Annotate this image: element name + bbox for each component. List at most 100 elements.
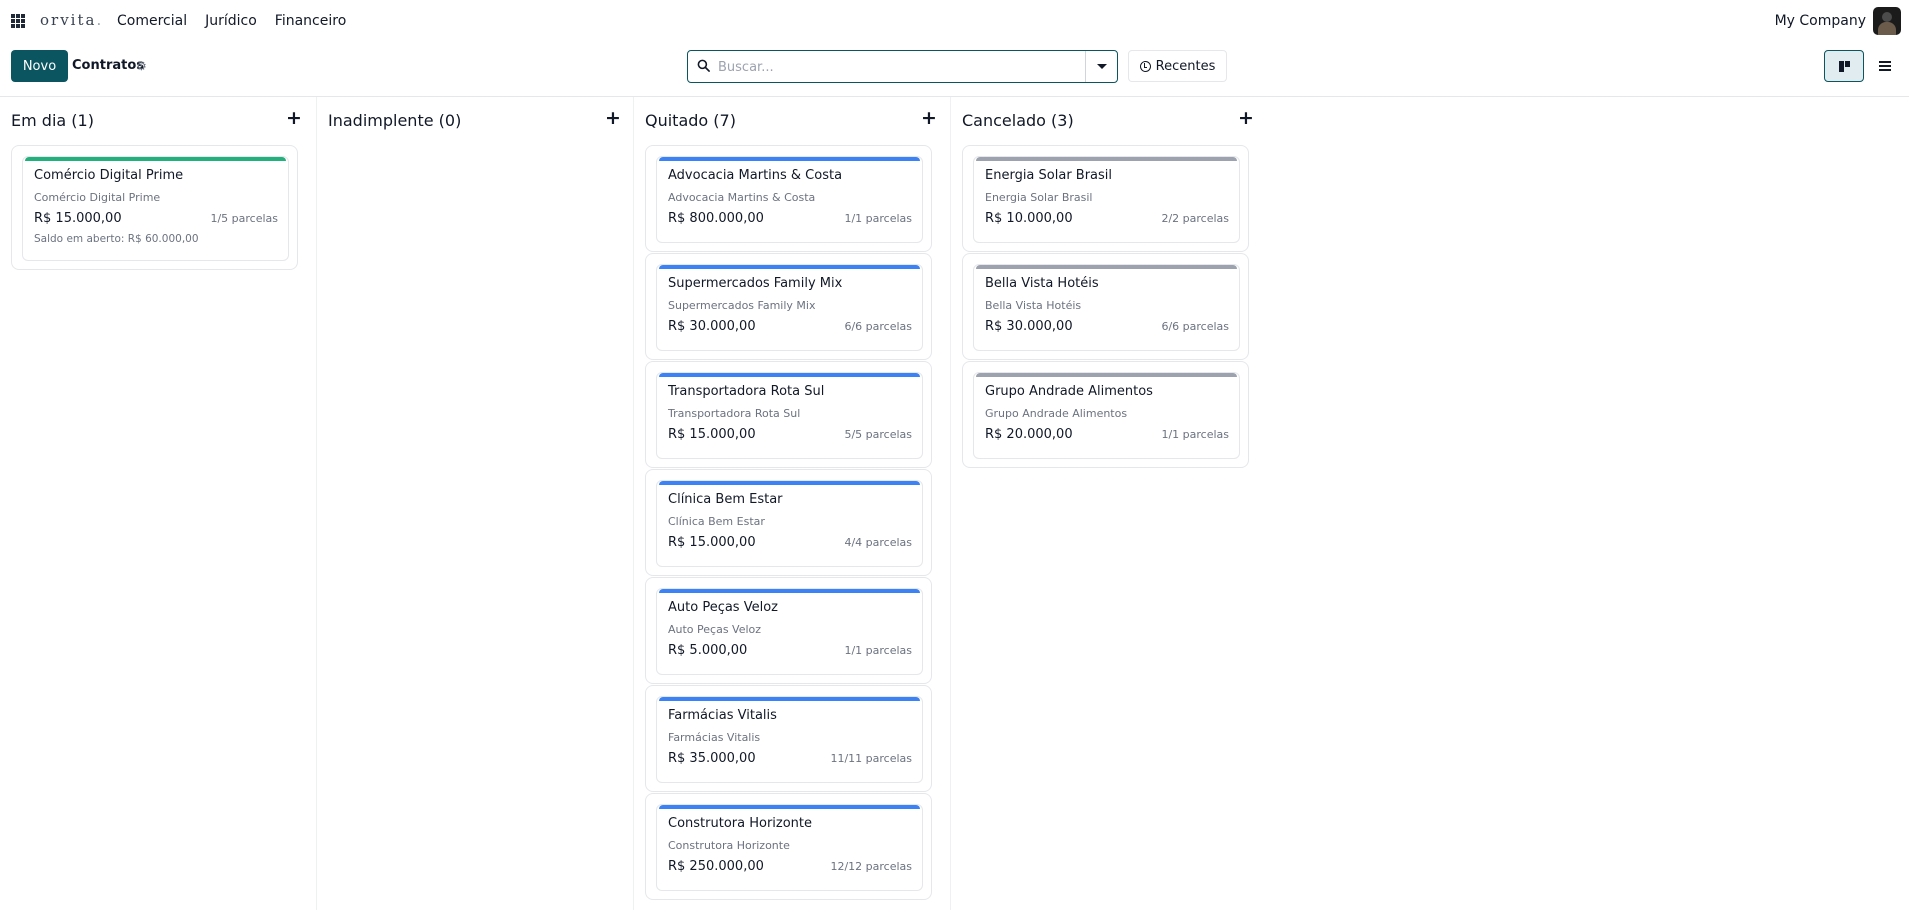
card-installments: 1/1 parcelas	[844, 212, 912, 225]
kanban-view-button[interactable]	[1824, 50, 1864, 82]
card-installments: 6/6 parcelas	[844, 320, 912, 333]
contract-card[interactable]: Advocacia Martins & Costa Advocacia Marti…	[656, 156, 923, 243]
contract-card[interactable]: Construtora Horizonte Construtora Horizon…	[656, 804, 923, 891]
contract-card[interactable]: Energia Solar Brasil Energia Solar Brasil…	[973, 156, 1240, 243]
main-menu: Comercial Jurídico Financeiro	[117, 13, 346, 29]
contract-card[interactable]: Farmácias Vitalis Farmácias Vitalis R$ 35.…	[656, 696, 923, 783]
status-color-bar	[659, 805, 920, 809]
contract-card[interactable]: Supermercados Family Mix Supermercados Fa…	[656, 264, 923, 351]
card-customer: Transportadora Rota Sul	[668, 407, 801, 420]
column-title[interactable]: Em dia (1)	[11, 111, 94, 130]
new-button[interactable]: Novo	[11, 50, 68, 82]
status-color-bar	[659, 697, 920, 701]
list-view-button[interactable]	[1866, 50, 1904, 82]
search-input[interactable]	[718, 56, 1068, 78]
card-title: Supermercados Family Mix	[668, 276, 843, 291]
status-color-bar	[659, 589, 920, 593]
status-color-bar	[659, 157, 920, 161]
card-customer: Advocacia Martins & Costa	[668, 191, 816, 204]
card-customer: Construtora Horizonte	[668, 839, 790, 852]
status-color-bar	[976, 265, 1237, 269]
status-color-bar	[976, 373, 1237, 377]
add-card-icon[interactable]: +	[286, 109, 302, 128]
contract-card[interactable]: Transportadora Rota Sul Transportadora Ro…	[656, 372, 923, 459]
apps-menu-icon[interactable]	[11, 14, 25, 28]
status-color-bar	[659, 265, 920, 269]
card-amount: R$ 20.000,00	[985, 427, 1073, 442]
column-title[interactable]: Quitado (7)	[645, 111, 736, 130]
menu-item-financeiro[interactable]: Financeiro	[275, 13, 346, 29]
contract-card[interactable]: Auto Peças Veloz Auto Peças Veloz R$ 5.000…	[656, 588, 923, 675]
menu-item-juridico[interactable]: Jurídico	[205, 13, 257, 29]
card-amount: R$ 15.000,00	[34, 211, 122, 226]
status-color-bar	[659, 481, 920, 485]
caret-down-icon	[1096, 64, 1107, 69]
card-container: Bella Vista Hotéis Bella Vista Hotéis R$ 3…	[962, 253, 1249, 360]
card-installments: 2/2 parcelas	[1161, 212, 1229, 225]
status-color-bar	[976, 157, 1237, 161]
gear-icon[interactable]: ⚙	[136, 59, 147, 73]
card-customer: Bella Vista Hotéis	[985, 299, 1082, 312]
search-options-toggle[interactable]	[1085, 51, 1117, 82]
add-card-icon[interactable]: +	[921, 109, 937, 128]
card-container: Clínica Bem Estar Clínica Bem Estar R$ 15.…	[645, 469, 932, 576]
card-title: Comércio Digital Prime	[34, 168, 184, 183]
column-title[interactable]: Cancelado (3)	[962, 111, 1074, 130]
list-icon	[1879, 61, 1891, 71]
contract-card[interactable]: Clínica Bem Estar Clínica Bem Estar R$ 15.…	[656, 480, 923, 567]
contract-card[interactable]: Bella Vista Hotéis Bella Vista Hotéis R$ 3…	[973, 264, 1240, 351]
card-amount: R$ 10.000,00	[985, 211, 1073, 226]
card-customer: Grupo Andrade Alimentos	[985, 407, 1128, 420]
card-container: Construtora Horizonte Construtora Horizon…	[645, 793, 932, 900]
clock-icon	[1139, 60, 1151, 72]
contract-card[interactable]: Comércio Digital Prime Comércio Digital P…	[22, 156, 289, 261]
card-container: Comércio Digital Prime Comércio Digital P…	[11, 145, 298, 270]
card-amount: R$ 250.000,00	[668, 859, 764, 874]
brand-logo[interactable]: orvita.	[40, 11, 103, 29]
card-amount: R$ 15.000,00	[668, 427, 756, 442]
menu-item-comercial[interactable]: Comercial	[117, 13, 187, 29]
card-title: Advocacia Martins & Costa	[668, 168, 843, 183]
card-title: Grupo Andrade Alimentos	[985, 384, 1153, 399]
card-title: Energia Solar Brasil	[985, 168, 1113, 183]
card-title: Construtora Horizonte	[668, 816, 813, 831]
card-title: Bella Vista Hotéis	[985, 276, 1099, 291]
card-container: Grupo Andrade Alimentos Grupo Andrade Ali…	[962, 361, 1249, 468]
column-title[interactable]: Inadimplente (0)	[328, 111, 461, 130]
card-title: Auto Peças Veloz	[668, 600, 778, 615]
card-container: Energia Solar Brasil Energia Solar Brasil…	[962, 145, 1249, 252]
add-card-icon[interactable]: +	[1238, 109, 1254, 128]
card-container: Transportadora Rota Sul Transportadora Ro…	[645, 361, 932, 468]
card-installments: 11/11 parcelas	[830, 752, 912, 765]
card-amount: R$ 35.000,00	[668, 751, 756, 766]
search-icon	[697, 59, 710, 72]
breadcrumb: Contratos	[72, 58, 145, 73]
add-card-icon[interactable]: +	[605, 109, 621, 128]
card-title: Transportadora Rota Sul	[668, 384, 825, 399]
card-installments: 5/5 parcelas	[844, 428, 912, 441]
contract-card[interactable]: Grupo Andrade Alimentos Grupo Andrade Ali…	[973, 372, 1240, 459]
user-avatar[interactable]	[1873, 7, 1901, 35]
card-customer: Auto Peças Veloz	[668, 623, 762, 636]
kanban-icon	[1838, 60, 1850, 72]
card-title: Farmácias Vitalis	[668, 708, 777, 723]
card-amount: R$ 30.000,00	[668, 319, 756, 334]
card-installments: 1/1 parcelas	[844, 644, 912, 657]
card-title: Clínica Bem Estar	[668, 492, 783, 507]
card-installments: 1/1 parcelas	[1161, 428, 1229, 441]
top-navbar: orvita. Comercial Jurídico Financeiro My…	[0, 0, 1909, 44]
card-amount: R$ 15.000,00	[668, 535, 756, 550]
status-color-bar	[25, 157, 286, 161]
company-switcher[interactable]: My Company	[1775, 13, 1866, 29]
card-installments: 4/4 parcelas	[844, 536, 912, 549]
recent-button[interactable]: Recentes	[1128, 50, 1227, 82]
recent-label: Recentes	[1155, 58, 1216, 74]
card-balance: Saldo em aberto: R$ 60.000,00	[34, 233, 199, 245]
card-customer: Comércio Digital Prime	[34, 191, 161, 204]
card-amount: R$ 5.000,00	[668, 643, 748, 658]
card-installments: 12/12 parcelas	[830, 860, 912, 873]
card-installments: 1/5 parcelas	[210, 212, 278, 225]
card-amount: R$ 30.000,00	[985, 319, 1073, 334]
card-container: Supermercados Family Mix Supermercados Fa…	[645, 253, 932, 360]
card-amount: R$ 800.000,00	[668, 211, 764, 226]
